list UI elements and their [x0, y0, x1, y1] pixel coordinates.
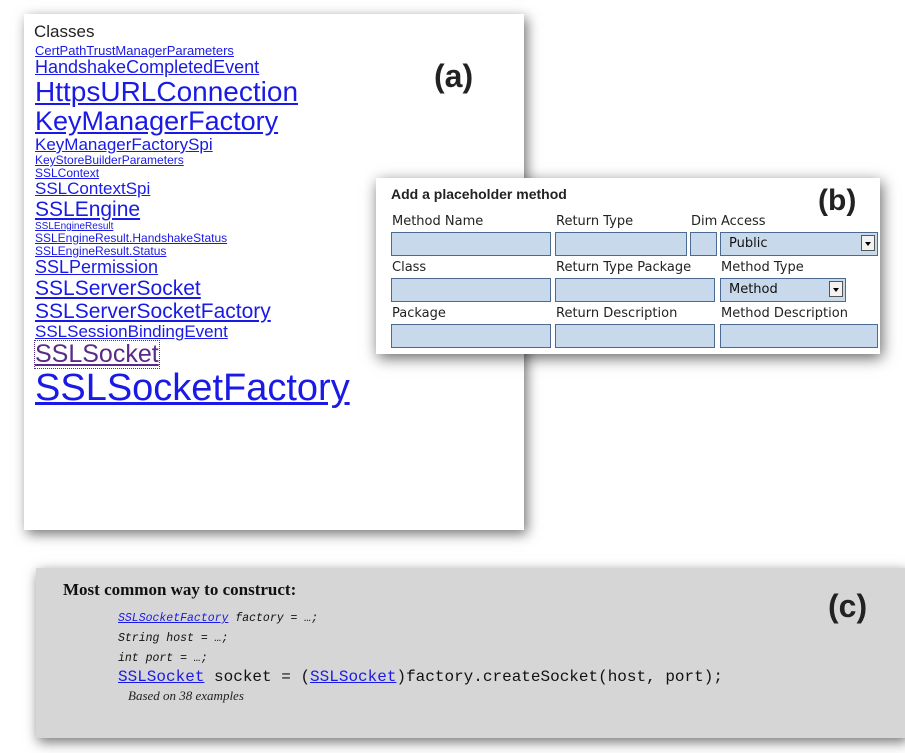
- code-line-4-mid: socket = (: [204, 668, 311, 686]
- return-description-label: Return Description: [556, 306, 678, 321]
- dim-field[interactable]: [690, 232, 717, 256]
- class-link[interactable]: KeyManagerFactorySpi: [35, 136, 350, 154]
- method-name-label: Method Name: [392, 214, 484, 229]
- class-link[interactable]: SSLServerSocketFactory: [35, 300, 350, 323]
- code-line-3: int port = …;: [118, 652, 208, 665]
- code-line-2: String host = …;: [118, 632, 229, 645]
- class-field[interactable]: [391, 278, 551, 302]
- return-type-label: Return Type: [556, 214, 634, 229]
- class-list-item: SSLContextSpi: [35, 180, 350, 198]
- method-type-label: Method Type: [721, 260, 804, 275]
- code-example-title: Most common way to construct:: [63, 580, 297, 599]
- panel-label-c: (c): [828, 588, 868, 624]
- class-list-item: HttpsURLConnection: [35, 77, 350, 107]
- method-type-select[interactable]: Method: [720, 278, 846, 302]
- class-list-item: SSLSocketFactory: [35, 368, 350, 409]
- code-example-panel: Most common way to construct: (c) SSLSoc…: [36, 568, 905, 738]
- code-line-1-rest: factory = …;: [228, 612, 319, 625]
- class-list-item: SSLPermission: [35, 258, 350, 277]
- class-link[interactable]: SSLSocketFactory: [35, 368, 350, 409]
- code-link-sslsocket-cast[interactable]: SSLSocket: [310, 668, 396, 686]
- chevron-down-icon[interactable]: [829, 281, 843, 297]
- class-link[interactable]: CertPathTrustManagerParameters: [35, 44, 350, 58]
- package-label: Package: [392, 306, 446, 321]
- class-link[interactable]: HttpsURLConnection: [35, 77, 350, 107]
- class-link[interactable]: KeyManagerFactory: [35, 107, 350, 136]
- method-description-field[interactable]: [720, 324, 878, 348]
- class-list-item: SSLServerSocketFactory: [35, 300, 350, 323]
- panel-label-b: (b): [818, 184, 857, 217]
- return-type-package-field[interactable]: [555, 278, 715, 302]
- class-list-item: HandshakeCompletedEvent: [35, 58, 350, 77]
- class-label: Class: [392, 260, 427, 275]
- class-link[interactable]: SSLPermission: [35, 258, 350, 277]
- code-line-4-rest: )factory.createSocket(host, port);: [396, 668, 723, 686]
- return-description-field[interactable]: [555, 324, 715, 348]
- form-title: Add a placeholder method: [391, 186, 567, 202]
- class-link[interactable]: SSLSocket: [34, 340, 160, 369]
- chevron-down-icon[interactable]: [861, 235, 875, 251]
- method-type-select-value: Method: [729, 282, 778, 297]
- class-list-item: SSLSocket: [34, 340, 350, 369]
- panel-label-a: (a): [434, 58, 474, 94]
- class-link[interactable]: SSLSessionBindingEvent: [35, 323, 350, 341]
- class-list-item: SSLSessionBindingEvent: [35, 323, 350, 341]
- placeholder-method-form: Add a placeholder method (b) Method Name…: [376, 178, 880, 354]
- access-select-value: Public: [729, 236, 768, 251]
- class-list-item: CertPathTrustManagerParameters: [35, 44, 350, 58]
- class-list-item: KeyManagerFactory: [35, 107, 350, 136]
- method-name-field[interactable]: [391, 232, 551, 256]
- code-line-4: SSLSocket socket = (SSLSocket)factory.cr…: [118, 668, 723, 686]
- code-line-1: SSLSocketFactory factory = …;: [118, 612, 318, 625]
- return-type-field[interactable]: [555, 232, 687, 256]
- class-link[interactable]: SSLContextSpi: [35, 180, 350, 198]
- class-link[interactable]: HandshakeCompletedEvent: [35, 58, 350, 77]
- dim-label: Dim: [691, 214, 718, 229]
- class-list-item: SSLEngine: [35, 198, 350, 221]
- class-list-item: KeyManagerFactorySpi: [35, 136, 350, 154]
- package-field[interactable]: [391, 324, 551, 348]
- classes-heading: Classes: [34, 22, 95, 41]
- class-link[interactable]: SSLEngine: [35, 198, 350, 221]
- return-type-package-label: Return Type Package: [556, 260, 692, 275]
- access-label: Access: [721, 214, 766, 229]
- code-link-sslsocketfactory[interactable]: SSLSocketFactory: [118, 612, 228, 625]
- access-select[interactable]: Public: [720, 232, 878, 256]
- class-list-item: SSLServerSocket: [35, 277, 350, 300]
- code-link-sslsocket[interactable]: SSLSocket: [118, 668, 204, 686]
- class-link[interactable]: SSLServerSocket: [35, 277, 350, 300]
- class-link-list: CertPathTrustManagerParameters HandshakeC…: [34, 44, 350, 409]
- method-description-label: Method Description: [721, 306, 848, 321]
- examples-count-note: Based on 38 examples: [128, 688, 244, 703]
